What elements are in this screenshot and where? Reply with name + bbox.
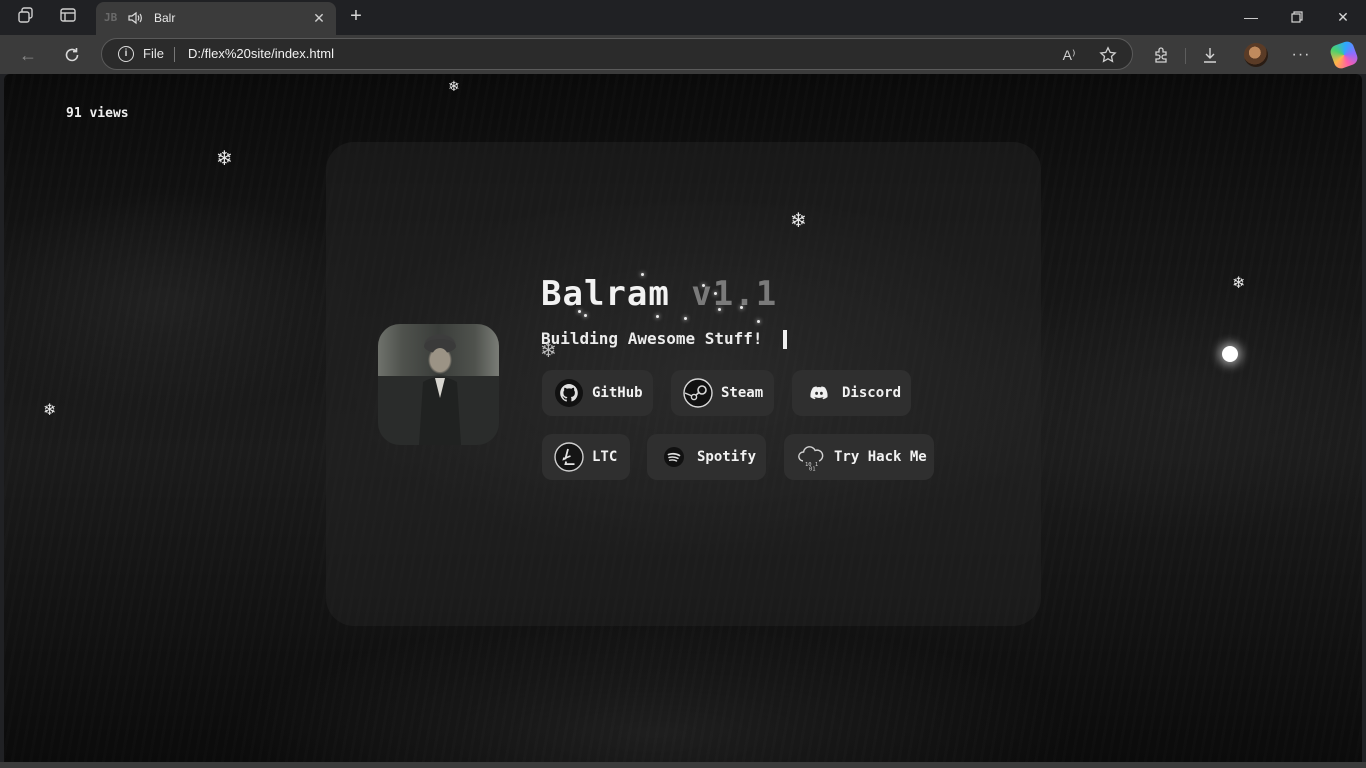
close-window-icon[interactable]: ✕	[1329, 6, 1357, 28]
sparkle-icon	[656, 315, 659, 318]
sparkle-icon	[714, 292, 717, 295]
tryhackme-label: Try Hack Me	[834, 449, 927, 465]
spotify-button[interactable]: Spotify	[647, 434, 766, 480]
discord-label: Discord	[842, 385, 902, 401]
profile-picture	[378, 324, 499, 445]
snowflake-icon: ❄	[448, 79, 460, 95]
sparkle-icon	[578, 310, 581, 313]
typing-cursor	[783, 330, 787, 349]
tryhackme-button[interactable]: 10 1 01 Try Hack Me	[784, 434, 934, 480]
snowflake-icon: ❄	[540, 338, 557, 362]
snowflake-icon: ❄	[216, 146, 233, 170]
info-icon[interactable]: i	[118, 46, 134, 62]
discord-icon	[804, 378, 834, 408]
sparkle-icon	[757, 320, 760, 323]
spotify-label: Spotify	[697, 449, 757, 465]
extensions-icon[interactable]	[1148, 42, 1174, 68]
ltc-button[interactable]: LTC	[542, 434, 630, 480]
tab-title: Balr	[154, 11, 176, 25]
sparkle-icon	[740, 306, 743, 309]
address-divider	[174, 47, 175, 62]
snowflake-icon: ❄	[43, 400, 57, 419]
restore-icon[interactable]	[1283, 6, 1311, 28]
snowflake-icon: ❄	[1232, 273, 1246, 292]
favorite-star-icon[interactable]	[1097, 44, 1119, 66]
tab-bar: JB Balr ✕ + — ✕	[0, 0, 1366, 35]
glowing-orb	[1222, 346, 1238, 362]
sparkle-icon	[641, 273, 644, 276]
browser-toolbar: ← i File D:/flex%20site/index.html A⁾ ··…	[0, 35, 1366, 74]
tab-actions-icon[interactable]	[55, 6, 81, 28]
ltc-label: LTC	[592, 449, 618, 465]
steam-label: Steam	[721, 385, 764, 401]
copilot-icon[interactable]	[1328, 39, 1360, 71]
title-name: Balram	[541, 274, 692, 314]
tab-favicon: JB	[104, 11, 118, 24]
toolbar-divider	[1185, 48, 1186, 64]
workspaces-icon[interactable]	[13, 6, 39, 28]
minimize-icon[interactable]: —	[1237, 6, 1265, 28]
github-button[interactable]: GitHub	[542, 370, 653, 416]
steam-button[interactable]: Steam	[671, 370, 774, 416]
profile-avatar[interactable]	[1244, 43, 1268, 67]
sparkle-icon	[702, 284, 705, 287]
url-scheme-label: File	[143, 46, 164, 61]
snowflake-icon: ❄	[790, 208, 807, 232]
sparkle-icon	[684, 317, 687, 320]
more-menu-icon[interactable]: ···	[1288, 42, 1314, 68]
sparkle-icon	[718, 308, 721, 311]
svg-text:01: 01	[809, 467, 816, 473]
active-tab[interactable]: JB Balr ✕	[96, 2, 336, 35]
title-version: v1.1	[691, 274, 778, 314]
speaker-icon[interactable]	[127, 10, 143, 26]
spotify-icon	[659, 442, 689, 472]
view-counter: 91 views	[66, 106, 129, 121]
page-subtitle: Building Awesome Stuff!	[541, 329, 763, 348]
read-aloud-icon[interactable]: A⁾	[1058, 44, 1080, 66]
steam-icon	[683, 378, 713, 408]
sparkle-icon	[584, 314, 587, 317]
discord-button[interactable]: Discord	[792, 370, 911, 416]
window-bottom-border	[0, 762, 1366, 768]
address-bar[interactable]: i File D:/flex%20site/index.html A⁾	[101, 38, 1133, 70]
reload-icon[interactable]	[58, 41, 86, 69]
close-tab-icon[interactable]: ✕	[310, 9, 328, 27]
litecoin-icon	[554, 442, 584, 472]
url-text[interactable]: D:/flex%20site/index.html	[188, 46, 334, 61]
tryhackme-icon: 10 1 01	[796, 442, 826, 472]
github-icon	[554, 378, 584, 408]
page-viewport: 91 views Balram v1.1 Building Awesome St…	[4, 74, 1362, 762]
github-label: GitHub	[592, 385, 643, 401]
new-tab-icon[interactable]: +	[344, 5, 368, 29]
downloads-icon[interactable]	[1197, 42, 1223, 68]
back-icon[interactable]: ←	[14, 41, 42, 69]
